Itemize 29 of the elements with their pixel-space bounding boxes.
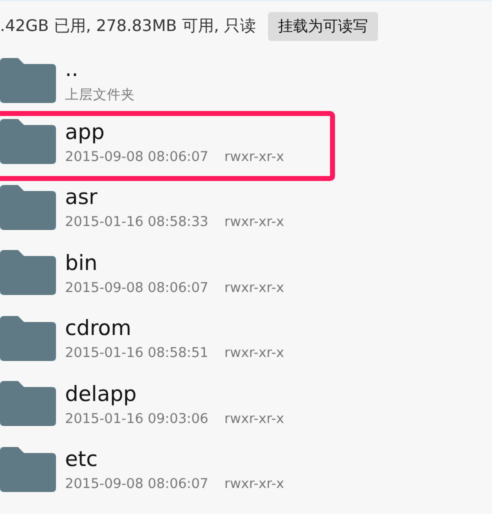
modified-date: 2015-01-16 08:58:33 xyxy=(65,214,208,230)
file-name[interactable]: cdrom xyxy=(65,315,284,342)
file-name[interactable]: etc xyxy=(65,446,284,472)
file-name[interactable]: .. xyxy=(65,56,135,82)
modified-date: 2015-01-16 09:03:06 xyxy=(65,410,208,427)
modified-date: 2015-09-08 08:06:07 xyxy=(65,148,208,165)
storage-info: .42GB 已用, 278.83MB 可用, 只读 xyxy=(0,16,256,36)
permissions: rwxr-xr-x xyxy=(224,280,284,296)
permissions: rwxr-xr-x xyxy=(224,345,284,362)
folder-icon xyxy=(0,119,56,164)
permissions: rwxr-xr-x xyxy=(224,148,284,165)
file-name[interactable]: app xyxy=(65,118,284,145)
modified-date: 2015-09-08 08:06:07 xyxy=(65,280,208,296)
folder-icon xyxy=(0,316,56,361)
modified-date: 2015-09-08 08:06:07 xyxy=(65,476,208,492)
permissions: rwxr-xr-x xyxy=(224,214,284,230)
file-name[interactable]: bin xyxy=(65,250,284,276)
folder-icon xyxy=(0,381,56,426)
parent-folder-label: 上层文件夹 xyxy=(65,86,135,104)
permissions: rwxr-xr-x xyxy=(224,410,284,427)
folder-icon xyxy=(0,250,56,296)
file-name[interactable]: asr xyxy=(65,184,284,210)
folder-icon xyxy=(0,446,56,492)
folder-icon xyxy=(0,184,56,230)
mount-read-write-button[interactable]: 挂载为可读写 xyxy=(268,12,378,40)
file-name[interactable]: delapp xyxy=(65,380,284,407)
modified-date: 2015-01-16 08:58:51 xyxy=(65,345,208,362)
folder-icon xyxy=(0,58,56,102)
permissions: rwxr-xr-x xyxy=(224,476,284,492)
